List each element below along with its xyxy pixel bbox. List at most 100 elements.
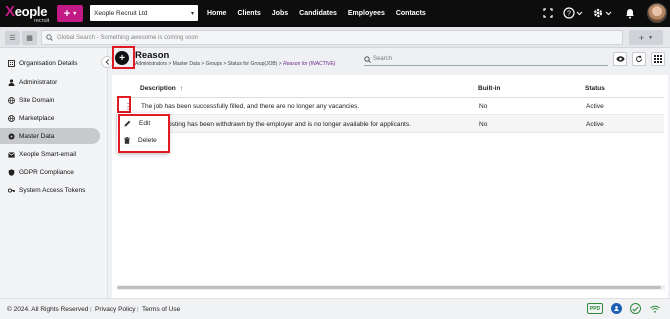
company-select[interactable]: Xeople Recruit Ltd ▾ (90, 5, 198, 21)
main-nav: Home Clients Jobs Candidates Employees C… (207, 0, 426, 27)
globe-icon (7, 115, 15, 123)
chevron-left-icon (104, 59, 109, 65)
sidebar-item-site-domain[interactable]: Site Domain (0, 93, 100, 108)
table-row[interactable]: The job posting has been withdrawn by th… (116, 115, 664, 133)
sidebar: Organisation Details Administrator Site … (0, 48, 108, 298)
chevron-down-icon: ▾ (73, 11, 77, 17)
nav-contacts[interactable]: Contacts (396, 10, 426, 17)
globe-icon (7, 97, 15, 105)
sidebar-item-label: Administrator (19, 79, 58, 86)
sidebar-item-label: System Access Tokens (19, 187, 86, 194)
copyright-text: © 2024. All Rights Reserved (7, 305, 89, 313)
chevron-down-icon: ▼ (648, 34, 654, 41)
sidebar-item-smart-email[interactable]: Xeople Smart-email (0, 147, 100, 162)
terms-of-use-link[interactable]: Terms of Use (142, 306, 180, 313)
settings-icon[interactable] (592, 7, 612, 21)
breadcrumb-current: Reason for (INACTIVE) (283, 61, 336, 67)
cell-status: Active (586, 102, 604, 110)
refresh-button[interactable] (632, 52, 646, 66)
horizontal-scrollbar[interactable] (117, 285, 665, 290)
user-circle-icon[interactable] (611, 303, 622, 314)
cell-status: Active (586, 120, 604, 128)
global-search-input[interactable]: Global Search - Something awesome is com… (41, 30, 623, 45)
svg-text:?: ? (567, 11, 571, 18)
grid-view-icon[interactable]: ▦ (22, 31, 37, 45)
table-header: Description ↑ Built-in Status (116, 78, 664, 98)
fullscreen-icon[interactable] (542, 8, 554, 20)
quick-add-button[interactable]: + ▾ (57, 5, 83, 22)
logo-x: X (5, 3, 15, 20)
page-title: Reason (135, 50, 170, 61)
privacy-policy-link[interactable]: Privacy Policy (95, 306, 135, 313)
sub-bar: ☰ ▦ Global Search - Something awesome is… (0, 27, 670, 48)
plus-icon: + (63, 7, 71, 20)
footer: © 2024. All Rights Reserved | Privacy Po… (0, 298, 670, 319)
view-toggle: ☰ ▦ (5, 31, 37, 45)
nav-clients[interactable]: Clients (237, 10, 260, 17)
search-icon (46, 34, 53, 41)
grid-layout-button[interactable] (651, 52, 665, 66)
chevron-down-icon: ▾ (190, 10, 194, 17)
avatar[interactable] (647, 3, 667, 23)
column-builtin[interactable]: Built-in (478, 78, 500, 98)
table-row[interactable]: ⋮ The job has been successfully filled, … (116, 97, 664, 115)
logo-subtitle: recruit (34, 18, 50, 24)
shield-icon (7, 169, 15, 177)
sidebar-item-label: GDPR Compliance (19, 169, 74, 176)
sidebar-item-master-data[interactable]: Master Data (0, 128, 100, 144)
view-button[interactable] (613, 52, 627, 66)
page-search-placeholder: Search (373, 56, 393, 62)
mail-icon (7, 151, 15, 159)
sidebar-item-organisation-details[interactable]: Organisation Details (0, 56, 100, 71)
sidebar-item-administrator[interactable]: Administrator (0, 75, 100, 90)
eye-icon (615, 56, 625, 62)
grid-icon (654, 55, 662, 63)
wifi-icon (649, 303, 660, 314)
key-icon (7, 187, 15, 195)
highlight-box (117, 96, 131, 113)
table-panel: Description ↑ Built-in Status ⋮ The job … (112, 75, 668, 298)
highlight-box (112, 46, 135, 69)
footer-divider: | (90, 305, 92, 313)
nav-employees[interactable]: Employees (348, 10, 385, 17)
ppd-badge[interactable]: PPD (587, 303, 603, 314)
sub-add-button[interactable]: + ▼ (629, 30, 663, 45)
column-label: Status (585, 84, 605, 92)
column-label: Description (140, 84, 176, 92)
breadcrumb-path[interactable]: Administrators > Master Data > Groups > … (135, 61, 283, 67)
list-view-icon[interactable]: ☰ (5, 31, 20, 45)
column-description[interactable]: Description ↑ (140, 78, 183, 98)
sidebar-item-label: Marketplace (19, 115, 55, 122)
cell-builtin: No (479, 120, 488, 128)
sort-arrow-icon: ↑ (179, 84, 184, 92)
sidebar-item-label: Site Domain (19, 97, 55, 104)
sidebar-item-label: Xeople Smart-email (19, 151, 77, 158)
person-icon (7, 79, 15, 87)
breadcrumb: Administrators > Master Data > Groups > … (135, 61, 335, 67)
sidebar-item-system-access-tokens[interactable]: System Access Tokens (0, 183, 100, 198)
sidebar-item-marketplace[interactable]: Marketplace (0, 111, 100, 126)
nav-home[interactable]: Home (207, 10, 226, 17)
xeople-logo[interactable]: Xeople recruit (5, 3, 55, 25)
cell-builtin: No (479, 102, 488, 110)
check-circle-icon[interactable] (630, 303, 641, 314)
building-icon (7, 60, 15, 68)
scrollbar-thumb[interactable] (117, 286, 661, 289)
sidebar-item-label: Organisation Details (19, 60, 78, 67)
column-status[interactable]: Status (585, 78, 605, 98)
page-search-input[interactable]: Search (364, 53, 608, 66)
database-icon (7, 132, 15, 140)
sidebar-item-gdpr[interactable]: GDPR Compliance (0, 165, 100, 180)
bell-icon[interactable] (624, 8, 636, 20)
cell-description: The job has been successfully filled, an… (141, 102, 360, 110)
help-icon[interactable]: ? (563, 7, 583, 21)
search-icon (364, 55, 371, 63)
logo-name: eople (14, 4, 48, 19)
global-search-placeholder: Global Search - Something awesome is com… (57, 34, 199, 41)
column-label: Built-in (478, 84, 501, 92)
nav-candidates[interactable]: Candidates (299, 10, 337, 17)
company-select-value: Xeople Recruit Ltd (94, 9, 148, 17)
plus-icon: + (638, 32, 645, 43)
nav-jobs[interactable]: Jobs (272, 10, 288, 17)
footer-divider: | (137, 305, 139, 313)
